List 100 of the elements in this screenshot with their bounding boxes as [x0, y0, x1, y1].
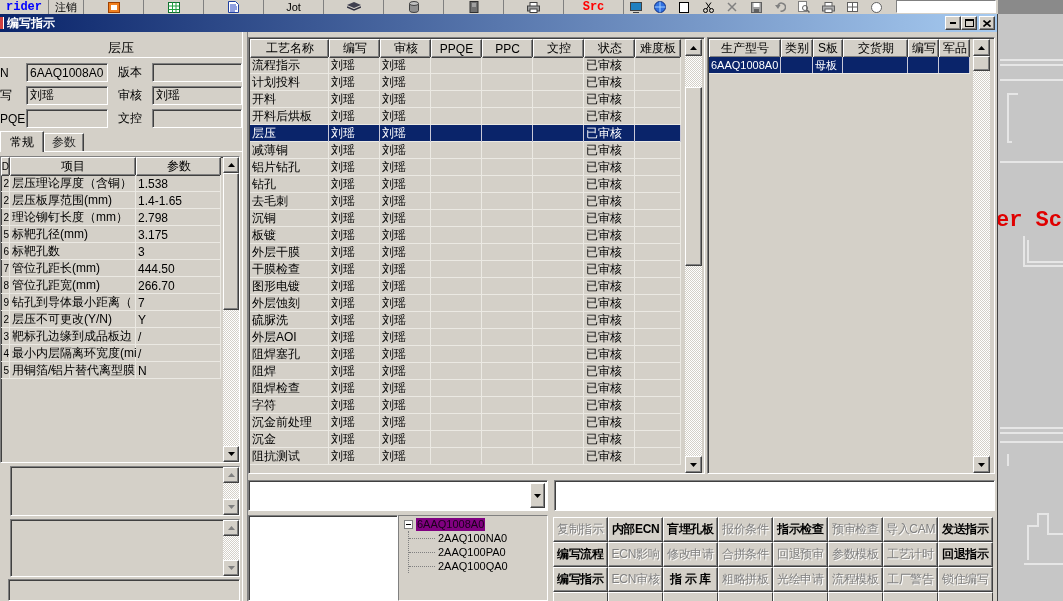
table-cell: 刘瑶 [329, 227, 380, 244]
table-cell: 图形电镀 [250, 278, 329, 295]
toolbar-button[interactable]: Jot [264, 0, 324, 14]
toolbar-button[interactable] [144, 0, 204, 14]
list-box[interactable] [248, 515, 398, 601]
scrollbar[interactable] [223, 467, 239, 515]
scrollbar[interactable] [685, 39, 702, 473]
table-row[interactable]: 计划投料 刘瑶 刘瑶 已审核 [250, 74, 681, 91]
command-button[interactable]: 内部ECN [608, 517, 663, 542]
toolbar-button[interactable] [504, 0, 564, 14]
table-row[interactable]: 沉金 刘瑶 刘瑶 已审核 [250, 431, 681, 448]
table-row[interactable]: 硫脲洗 刘瑶 刘瑶 已审核 [250, 312, 681, 329]
table-row[interactable]: 板镀 刘瑶 刘瑶 已审核 [250, 227, 681, 244]
maximize-button[interactable] [961, 16, 977, 30]
combo-box[interactable] [248, 480, 548, 511]
table-row[interactable]: 开料 刘瑶 刘瑶 已审核 [250, 91, 681, 108]
text-field[interactable]: 6AAQ1008A0 [26, 63, 108, 82]
table-row[interactable]: 字符 刘瑶 刘瑶 已审核 [250, 397, 681, 414]
tab[interactable]: 参数 [44, 133, 84, 151]
toolbar-button[interactable]: 注销 [49, 0, 84, 14]
table-cell: 刘瑶 [329, 278, 380, 295]
table-cell: 外层AOI [250, 329, 329, 346]
scrollbar-thumb[interactable] [223, 173, 239, 310]
table-cell: 母板 [813, 57, 843, 73]
scroll-down-button[interactable] [223, 560, 239, 576]
table-row[interactable]: 流程指示 刘瑶 刘瑶 已审核 [250, 57, 681, 74]
text-field[interactable]: 刘瑶 [26, 86, 108, 105]
table-cell: 刘瑶 [380, 159, 431, 176]
preview-icon [798, 1, 810, 13]
tab[interactable]: 常规 [0, 131, 44, 152]
table-row[interactable]: 图形电镀 刘瑶 刘瑶 已审核 [250, 278, 681, 295]
scrollbar-thumb[interactable] [685, 87, 702, 266]
scroll-down-button[interactable] [973, 456, 990, 473]
command-button[interactable]: 回退指示 [938, 542, 993, 567]
minimize-button[interactable] [945, 16, 961, 30]
tree-item[interactable]: 2AAQ100QA0 [437, 559, 509, 573]
scrollbar-thumb[interactable] [973, 56, 990, 71]
table-cell: 6AAQ1008A0 [709, 57, 781, 73]
command-button[interactable]: 指 示 库 [663, 567, 718, 592]
scroll-up-button[interactable] [685, 39, 702, 56]
minus-box-icon[interactable] [404, 519, 413, 529]
command-button[interactable]: 指示检查 [773, 517, 828, 542]
table-row[interactable]: 外层干膜 刘瑶 刘瑶 已审核 [250, 244, 681, 261]
table-row[interactable]: 减薄铜 刘瑶 刘瑶 已审核 [250, 142, 681, 159]
table-row[interactable]: 沉铜 刘瑶 刘瑶 已审核 [250, 210, 681, 227]
table-row[interactable]: 干膜检查 刘瑶 刘瑶 已审核 [250, 261, 681, 278]
notes-field[interactable] [10, 466, 240, 516]
scroll-up-button[interactable] [223, 467, 239, 483]
table-row[interactable]: 阻焊塞孔 刘瑶 刘瑶 已审核 [250, 346, 681, 363]
scrollbar[interactable] [223, 157, 239, 462]
toolbar-button[interactable] [324, 0, 384, 14]
column-header: S板 [813, 39, 843, 58]
table-row[interactable]: 外层蚀刻 刘瑶 刘瑶 已审核 [250, 295, 681, 312]
command-button[interactable]: 盲埋孔板 [663, 517, 718, 542]
table-cell: 刘瑶 [329, 448, 380, 465]
text-field[interactable] [152, 109, 242, 128]
table-cell: 层压理论厚度（含铜） [10, 175, 136, 192]
close-button[interactable] [979, 16, 995, 30]
tree-item[interactable]: 2AAQ100PA0 [437, 545, 507, 559]
table-row[interactable]: 去毛刺 刘瑶 刘瑶 已审核 [250, 193, 681, 210]
table-row[interactable]: 阻抗测试 刘瑶 刘瑶 已审核 [250, 448, 681, 465]
table-cell: 3.175 [136, 226, 221, 243]
toolbar-button[interactable] [84, 0, 144, 14]
scroll-down-button[interactable] [223, 446, 239, 462]
tree-item[interactable]: 2AAQ100NA0 [437, 531, 509, 545]
scrollbar[interactable] [973, 39, 990, 473]
scroll-up-button[interactable] [223, 157, 239, 173]
table-row[interactable]: 铝片钻孔 刘瑶 刘瑶 已审核 [250, 159, 681, 176]
table-cell: 刘瑶 [329, 380, 380, 397]
table-cell: 干膜检查 [250, 261, 329, 278]
text-field[interactable] [554, 480, 995, 511]
table-cell: 2 [1, 311, 10, 328]
notes-field[interactable] [8, 579, 240, 601]
text-field[interactable] [26, 109, 108, 128]
toolbar-field[interactable] [896, 0, 996, 13]
scroll-down-button[interactable] [223, 499, 239, 515]
command-button[interactable]: 编写流程 [553, 542, 608, 567]
scroll-down-button[interactable] [685, 456, 702, 473]
notes-field[interactable] [10, 519, 240, 577]
table-row[interactable]: 层压 刘瑶 刘瑶 已审核 [250, 125, 681, 142]
table-cell: 刘瑶 [329, 142, 380, 159]
table-row[interactable]: 6AAQ1008A0 母板 [709, 57, 970, 74]
minimize-icon [950, 22, 956, 24]
table-row[interactable]: 阻焊 刘瑶 刘瑶 已审核 [250, 363, 681, 380]
text-field[interactable] [152, 63, 242, 82]
command-button[interactable]: 编写指示 [553, 567, 608, 592]
table-row[interactable]: 钻孔 刘瑶 刘瑶 已审核 [250, 176, 681, 193]
table-row[interactable]: 阻焊检查 刘瑶 刘瑶 已审核 [250, 380, 681, 397]
dropdown-button[interactable] [530, 483, 545, 508]
table-row[interactable]: 沉金前处理 刘瑶 刘瑶 已审核 [250, 414, 681, 431]
scroll-up-button[interactable] [973, 39, 990, 56]
table-cell: 刘瑶 [380, 125, 431, 142]
scrollbar[interactable] [223, 520, 239, 576]
text-field[interactable]: 刘瑶 [152, 86, 242, 105]
command-button[interactable]: 发送指示 [938, 517, 993, 542]
printer-icon [527, 1, 540, 13]
toolbar-button[interactable] [204, 0, 264, 14]
scroll-up-button[interactable] [223, 520, 239, 536]
table-cell: 刘瑶 [380, 431, 431, 448]
table-row[interactable]: 外层AOI 刘瑶 刘瑶 已审核 [250, 329, 681, 346]
